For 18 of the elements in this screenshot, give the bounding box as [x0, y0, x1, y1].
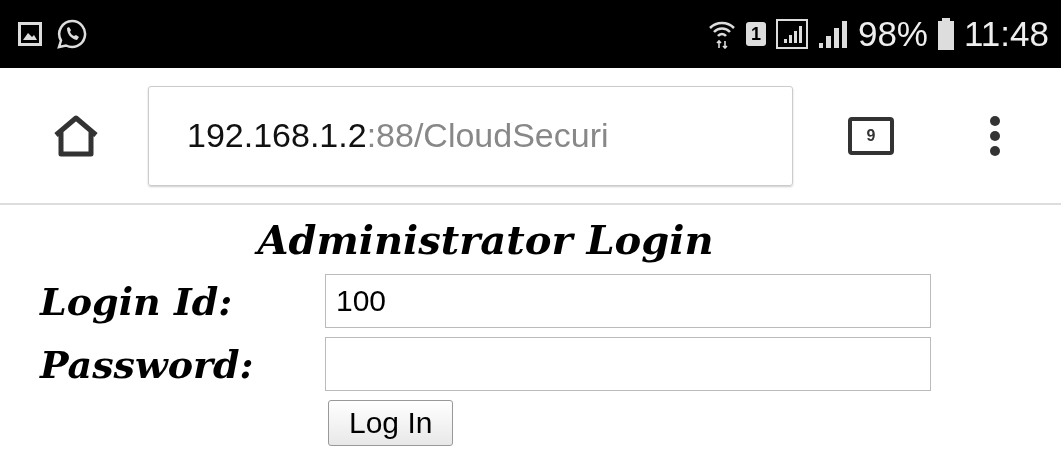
menu-icon[interactable]	[989, 114, 1001, 157]
clock: 11:48	[964, 14, 1049, 54]
sim-badge: 1	[745, 22, 766, 46]
signal-icon	[775, 19, 808, 49]
field-label: Password:	[40, 341, 255, 387]
input-field[interactable]: 100	[325, 274, 931, 328]
battery-percent: 98%	[857, 14, 928, 54]
battery-icon	[938, 18, 954, 50]
tab-switcher-button[interactable]: 9	[848, 116, 894, 155]
address-bar[interactable]: 192.168.1.2:88/CloudSecuri	[148, 85, 793, 186]
login-button[interactable]: Log In	[328, 400, 454, 446]
gallery-icon	[18, 22, 42, 46]
wifi-icon	[707, 19, 736, 49]
chat-bubble-icon	[56, 18, 88, 50]
signal-icon	[817, 20, 848, 48]
field-label: Login Id:	[40, 278, 234, 324]
password-field[interactable]	[325, 337, 931, 391]
home-icon[interactable]	[52, 114, 100, 157]
